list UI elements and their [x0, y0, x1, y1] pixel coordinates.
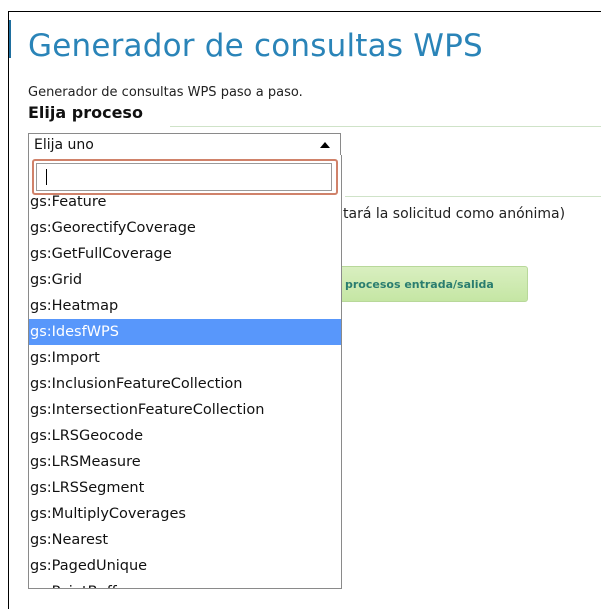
process-option[interactable]: gs:IdesfWPS — [29, 319, 341, 345]
page-title: Generador de consultas WPS — [28, 28, 483, 64]
io-processes-button-label: procesos entrada/salida — [345, 278, 494, 291]
frame-border-left — [8, 11, 9, 609]
section-heading: Elija proceso — [28, 103, 143, 122]
anonymous-request-note: tará la solicitud como anónima) — [343, 206, 566, 222]
process-dropdown: gs:Feature gs:GeorectifyCoverage gs:GetFul… — [28, 155, 342, 589]
frame-border-top — [8, 11, 601, 12]
process-option[interactable]: gs:Import — [29, 345, 341, 371]
process-option[interactable]: gs:IntersectionFeatureCollection — [29, 397, 341, 423]
process-option[interactable]: gs:Heatmap — [29, 293, 341, 319]
process-option[interactable]: gs:Feature — [29, 189, 341, 215]
process-select[interactable]: Elija uno — [28, 133, 341, 155]
process-option[interactable]: gs:MultiplyCoverages — [29, 501, 341, 527]
process-option-list: gs:Feature gs:GeorectifyCoverage gs:GetFul… — [29, 189, 341, 588]
process-option[interactable]: gs:Nearest — [29, 527, 341, 553]
frame-accent-bar — [9, 20, 11, 58]
section-divider — [170, 126, 601, 127]
section-divider-2 — [345, 196, 601, 197]
process-option[interactable]: gs:PagedUnique — [29, 553, 341, 579]
process-option[interactable]: gs:LRSGeocode — [29, 423, 341, 449]
page: Generador de consultas WPS Generador de … — [0, 0, 601, 609]
process-option[interactable]: gs:LRSSegment — [29, 475, 341, 501]
process-option[interactable]: gs:InclusionFeatureCollection — [29, 371, 341, 397]
process-option[interactable]: gs:PointBuffers — [29, 579, 341, 588]
process-select-value: Elija uno — [34, 137, 94, 153]
process-option[interactable]: gs:GeorectifyCoverage — [29, 215, 341, 241]
text-cursor — [46, 169, 47, 185]
process-option[interactable]: gs:LRSMeasure — [29, 449, 341, 475]
process-search-input[interactable] — [36, 163, 332, 191]
caret-up-icon — [320, 142, 330, 148]
io-processes-button[interactable]: procesos entrada/salida — [330, 266, 528, 302]
page-subtitle: Generador de consultas WPS paso a paso. — [28, 85, 303, 100]
process-option[interactable]: gs:GetFullCoverage — [29, 241, 341, 267]
process-option[interactable]: gs:Grid — [29, 267, 341, 293]
